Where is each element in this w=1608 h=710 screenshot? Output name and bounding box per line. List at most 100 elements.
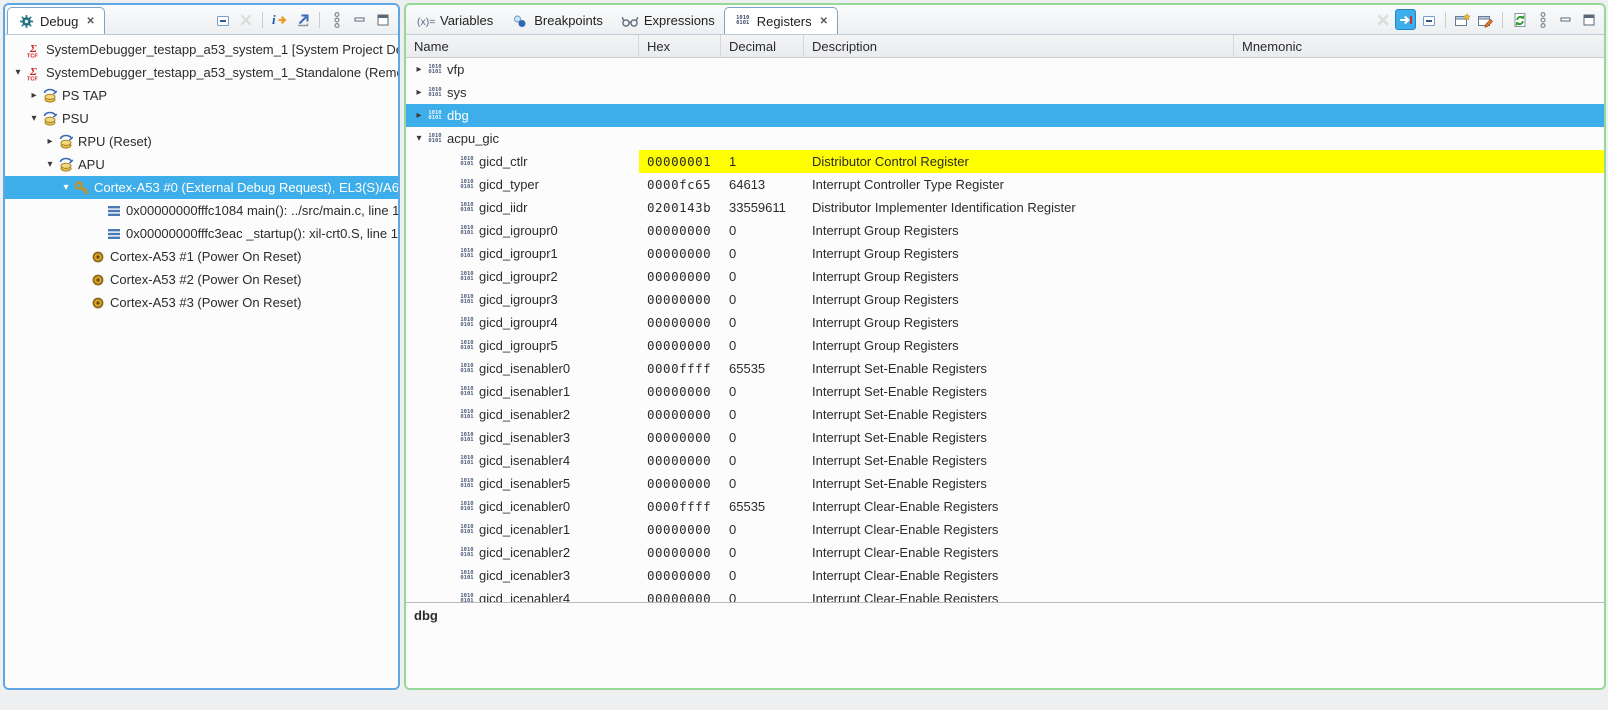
register-decimal-cell [721, 58, 804, 81]
minimize-button[interactable] [349, 9, 370, 30]
svg-text:TCF: TCF [27, 76, 38, 81]
jtag-target-icon [41, 88, 59, 104]
tab-registers[interactable]: 10100101Registers✕ [724, 7, 838, 34]
maximize-button[interactable] [372, 9, 393, 30]
register-row[interactable]: ▸10100101vfp [406, 58, 1604, 81]
register-row[interactable]: 10100101gicd_isenabler3000000000Interrup… [406, 426, 1604, 449]
link-with-debug-context-button[interactable] [1395, 9, 1416, 30]
column-header-mnemonic[interactable]: Mnemonic [1234, 35, 1604, 57]
export-launch-icon [294, 12, 312, 28]
collapse-all-icon [214, 12, 232, 28]
collapsed-arrow-icon[interactable]: ▸ [412, 64, 426, 75]
tree-item-label: SystemDebugger_testapp_a53_system_1 [Sys… [43, 42, 398, 57]
debug-tree-item[interactable]: ▸PS TAP [5, 84, 398, 107]
refresh-registers-button[interactable] [1509, 9, 1530, 30]
register-name-label: gicd_igroupr3 [476, 292, 558, 307]
register-icon: 10100101 [458, 341, 476, 351]
register-row[interactable]: 10100101gicd_igroupr5000000000Interrupt … [406, 334, 1604, 357]
collapsed-arrow-icon[interactable]: ▸ [412, 110, 426, 121]
view-menu-button[interactable] [326, 9, 347, 30]
close-icon[interactable]: ✕ [86, 16, 94, 27]
register-row[interactable]: 10100101gicd_isenabler1000000000Interrup… [406, 380, 1604, 403]
minimize-button[interactable] [1555, 9, 1576, 30]
debug-tree-item[interactable]: 0x00000000fffc1084 main(): ../src/main.c… [5, 199, 398, 222]
debug-launch-tree: ΣTCFSystemDebugger_testapp_a53_system_1 … [5, 35, 398, 688]
view-menu-button[interactable] [1532, 9, 1553, 30]
expanded-arrow-icon[interactable]: ▾ [412, 133, 426, 144]
register-row[interactable]: 10100101gicd_isenabler4000000000Interrup… [406, 449, 1604, 472]
debug-tree-item[interactable]: Cortex-A53 #3 (Power On Reset) [5, 291, 398, 314]
expanded-arrow-icon[interactable]: ▾ [11, 67, 25, 78]
register-icon: 10100101 [458, 525, 476, 535]
register-mnemonic-cell [1234, 587, 1604, 602]
collapse-all-button[interactable] [1418, 9, 1439, 30]
collapsed-arrow-icon[interactable]: ▸ [27, 90, 41, 101]
collapse-all-button[interactable] [212, 9, 233, 30]
column-header-decimal[interactable]: Decimal [721, 35, 804, 57]
register-name-label: gicd_igroupr5 [476, 338, 558, 353]
collapsed-arrow-icon[interactable]: ▸ [43, 136, 57, 147]
register-row[interactable]: 10100101gicd_icenabler00000ffff65535Inte… [406, 495, 1604, 518]
tab-breakpoints[interactable]: Breakpoints [502, 7, 612, 34]
register-row[interactable]: 10100101gicd_isenabler00000ffff65535Inte… [406, 357, 1604, 380]
register-name-label: gicd_icenabler4 [476, 591, 570, 602]
register-name-label: gicd_isenabler3 [476, 430, 570, 445]
register-mnemonic-cell [1234, 380, 1604, 403]
register-row[interactable]: 10100101gicd_isenabler2000000000Interrup… [406, 403, 1604, 426]
register-decimal-cell: 33559611 [721, 196, 804, 219]
close-icon[interactable]: ✕ [820, 16, 828, 27]
column-header-description[interactable]: Description [804, 35, 1234, 57]
register-description-cell: Interrupt Set-Enable Registers [804, 472, 1234, 495]
remove-all-terminated-button[interactable] [235, 9, 256, 30]
debug-tree-item[interactable]: Cortex-A53 #2 (Power On Reset) [5, 268, 398, 291]
register-row[interactable]: ▸10100101dbg [406, 104, 1604, 127]
register-row[interactable]: 10100101gicd_igroupr4000000000Interrupt … [406, 311, 1604, 334]
register-row[interactable]: ▸10100101sys [406, 81, 1604, 104]
register-row[interactable]: ▾10100101acpu_gic [406, 127, 1604, 150]
debug-tree-item[interactable]: ΣTCFSystemDebugger_testapp_a53_system_1 … [5, 38, 398, 61]
register-row[interactable]: 10100101gicd_igroupr2000000000Interrupt … [406, 265, 1604, 288]
collapsed-arrow-icon[interactable]: ▸ [412, 87, 426, 98]
export-launch-configuration-button[interactable] [292, 9, 313, 30]
remove-all-button[interactable] [1372, 9, 1393, 30]
tab-debug[interactable]: Debug✕ [7, 7, 105, 34]
register-row[interactable]: 10100101gicd_icenabler1000000000Interrup… [406, 518, 1604, 541]
debug-tree-item[interactable]: ▾APU [5, 153, 398, 176]
register-row[interactable]: 10100101gicd_igroupr3000000000Interrupt … [406, 288, 1604, 311]
register-row[interactable]: 10100101gicd_icenabler4000000000Interrup… [406, 587, 1604, 602]
register-name-cell: ▸10100101sys [406, 81, 639, 104]
toolbar-separator [262, 12, 263, 28]
debug-tree-item[interactable]: Cortex-A53 #1 (Power On Reset) [5, 245, 398, 268]
column-header-hex[interactable]: Hex [639, 35, 721, 57]
expanded-arrow-icon[interactable]: ▾ [59, 182, 73, 193]
edit-register-group-button[interactable] [1475, 9, 1496, 30]
register-hex-cell: 00000000 [639, 265, 721, 288]
debug-tree-item[interactable]: ▾ΣTCFSystemDebugger_testapp_a53_system_1… [5, 61, 398, 84]
instruction-stepping-mode-button[interactable]: i [269, 9, 290, 30]
register-name-cell: ▸10100101dbg [406, 104, 639, 127]
register-row[interactable]: 10100101gicd_typer0000fc6564613Interrupt… [406, 173, 1604, 196]
debug-tree-item[interactable]: ▸RPU (Reset) [5, 130, 398, 153]
debug-tree-item[interactable]: ▾PSU [5, 107, 398, 130]
tab-expressions[interactable]: Expressions [612, 7, 724, 34]
register-row[interactable]: 10100101gicd_icenabler3000000000Interrup… [406, 564, 1604, 587]
column-header-name[interactable]: Name [406, 35, 639, 57]
register-row[interactable]: 10100101gicd_icenabler2000000000Interrup… [406, 541, 1604, 564]
register-hex-cell: 0000ffff [639, 357, 721, 380]
add-register-group-button[interactable] [1452, 9, 1473, 30]
expanded-arrow-icon[interactable]: ▾ [43, 159, 57, 170]
register-row[interactable]: 10100101gicd_ctlr000000011Distributor Co… [406, 150, 1604, 173]
debug-tree-item[interactable]: 0x00000000fffc3eac _startup(): xil-crt0.… [5, 222, 398, 245]
tab-variables[interactable]: (x)=Variables [408, 7, 502, 34]
register-decimal-cell: 0 [721, 403, 804, 426]
register-name-label: gicd_igroupr1 [476, 246, 558, 261]
expanded-arrow-icon[interactable]: ▾ [27, 113, 41, 124]
register-row[interactable]: 10100101gicd_iidr0200143b33559611Distrib… [406, 196, 1604, 219]
register-row[interactable]: 10100101gicd_igroupr1000000000Interrupt … [406, 242, 1604, 265]
tree-item-label: Cortex-A53 #1 (Power On Reset) [107, 249, 301, 264]
maximize-button[interactable] [1578, 9, 1599, 30]
register-row[interactable]: 10100101gicd_igroupr0000000000Interrupt … [406, 219, 1604, 242]
register-name-cell: 10100101gicd_isenabler5 [406, 472, 639, 495]
debug-tree-item[interactable]: ▾Cortex-A53 #0 (External Debug Request),… [5, 176, 398, 199]
register-row[interactable]: 10100101gicd_isenabler5000000000Interrup… [406, 472, 1604, 495]
